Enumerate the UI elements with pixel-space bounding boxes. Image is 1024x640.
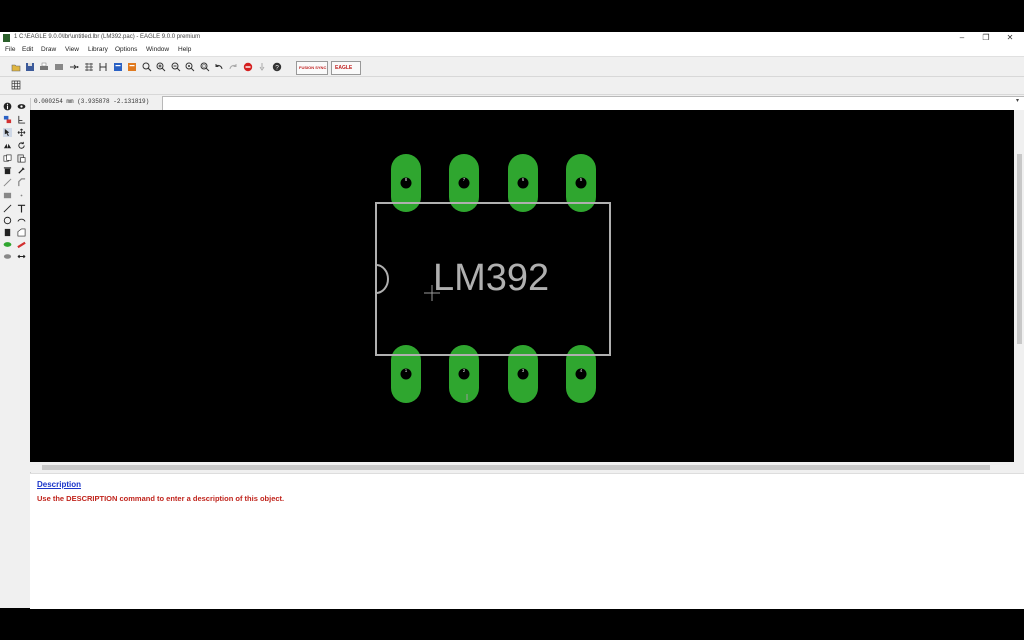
script-icon[interactable] — [84, 62, 94, 72]
split-icon[interactable] — [3, 178, 12, 187]
horizontal-scroll-thumb[interactable] — [42, 465, 990, 470]
miter-icon[interactable] — [17, 178, 26, 187]
fusion-sync-label: FUSION SYNC — [299, 65, 327, 70]
print-icon[interactable] — [39, 62, 49, 72]
menu-bar: File Edit Draw View Library Options Wind… — [0, 44, 1024, 57]
command-line-input[interactable] — [162, 96, 1024, 111]
menu-options[interactable]: Options — [115, 46, 137, 53]
vertical-scrollbar[interactable] — [1014, 110, 1024, 462]
package-name-label[interactable]: LM392 — [433, 257, 549, 299]
left-tool-palette — [0, 98, 31, 608]
change-icon[interactable] — [17, 166, 26, 175]
smd-pad-icon[interactable] — [17, 240, 26, 249]
pin1-notch — [375, 264, 389, 294]
paste-icon[interactable] — [17, 154, 26, 163]
copy-icon[interactable] — [3, 154, 12, 163]
title-bar: 1 C:\EAGLE 9.0.0\lbr\untitled.lbr (LM392… — [0, 32, 1024, 44]
show-icon[interactable] — [17, 102, 26, 111]
eagle-window: 1 C:\EAGLE 9.0.0\lbr\untitled.lbr (LM392… — [0, 32, 1024, 609]
use-icon[interactable] — [69, 62, 79, 72]
fusion-sync-button[interactable]: FUSION SYNC — [296, 61, 328, 75]
command-history-dropdown-icon[interactable]: ▾ — [1016, 97, 1019, 104]
grid-icon[interactable] — [11, 80, 21, 90]
delete-icon[interactable] — [3, 166, 12, 175]
menu-file[interactable]: File — [5, 46, 15, 53]
layer-settings-icon[interactable] — [3, 115, 12, 124]
info-icon[interactable] — [3, 102, 12, 111]
description-panel: Description Use the DESCRIPTION command … — [30, 473, 1024, 609]
eagle-app-icon — [3, 34, 10, 42]
menu-edit[interactable]: Edit — [22, 46, 33, 53]
mark-icon[interactable] — [17, 115, 26, 124]
close-button[interactable]: ✕ — [998, 32, 1022, 44]
move-icon[interactable] — [17, 128, 26, 137]
rect-icon[interactable] — [3, 228, 12, 237]
help-icon[interactable]: ? — [272, 62, 282, 72]
arc-icon[interactable] — [17, 216, 26, 225]
eagle-label: EAGLE — [335, 65, 353, 71]
menu-library[interactable]: Library — [88, 46, 108, 53]
description-link[interactable]: Description — [37, 480, 81, 489]
select-icon[interactable] — [3, 128, 12, 137]
undo-icon[interactable] — [214, 62, 224, 72]
maximize-button[interactable]: ❐ — [974, 32, 998, 44]
editor-canvas[interactable]: 8 7 6 5 1 2 3 4 LM392 — [30, 110, 1014, 462]
zoom-out-icon[interactable] — [171, 62, 181, 72]
window-title: 1 C:\EAGLE 9.0.0\lbr\untitled.lbr (LM392… — [14, 34, 201, 40]
wire-icon[interactable] — [3, 204, 12, 213]
menu-help[interactable]: Help — [178, 46, 191, 53]
parameter-toolbar — [0, 77, 1024, 95]
smd-icon[interactable] — [17, 191, 26, 200]
menu-draw[interactable]: Draw — [41, 46, 56, 53]
polygon-icon[interactable] — [17, 228, 26, 237]
text-icon[interactable] — [17, 204, 26, 213]
zoom-redraw-icon[interactable] — [185, 62, 195, 72]
dimension-icon[interactable] — [17, 252, 26, 261]
mirror-icon[interactable] — [3, 141, 12, 150]
circle-icon[interactable] — [3, 216, 12, 225]
run-ulp-icon[interactable] — [98, 62, 108, 72]
description-hint-text: Use the DESCRIPTION command to enter a d… — [37, 494, 285, 503]
schematic-icon[interactable] — [127, 62, 137, 72]
zoom-fit-icon[interactable] — [142, 62, 152, 72]
optimize-icon[interactable] — [3, 191, 12, 200]
save-icon[interactable] — [25, 62, 35, 72]
pad-icon[interactable] — [3, 240, 12, 249]
go-icon[interactable] — [257, 62, 267, 72]
cam-icon[interactable] — [54, 62, 64, 72]
svg-text:?: ? — [275, 64, 279, 71]
horizontal-scrollbar[interactable] — [30, 462, 1014, 472]
menu-view[interactable]: View — [65, 46, 79, 53]
zoom-select-icon[interactable] — [200, 62, 210, 72]
coordinate-display: 0.000254 mm (3.935878 -2.131819) — [34, 98, 150, 105]
menu-window[interactable]: Window — [146, 46, 169, 53]
main-toolbar: ? FUSION SYNC EAGLE — [0, 59, 1024, 77]
rotate-icon[interactable] — [17, 141, 26, 150]
vertical-scroll-thumb[interactable] — [1017, 154, 1022, 344]
zoom-in-icon[interactable] — [156, 62, 166, 72]
stop-icon[interactable] — [243, 62, 253, 72]
open-icon[interactable] — [11, 62, 21, 72]
hole-icon[interactable] — [3, 252, 12, 261]
command-row: 0.000254 mm (3.935878 -2.131819) ▾ — [30, 96, 1024, 111]
minimize-button[interactable]: – — [950, 32, 974, 44]
redo-icon[interactable] — [228, 62, 238, 72]
board-icon[interactable] — [113, 62, 123, 72]
pad-row-bottom — [391, 345, 596, 403]
eagle-button[interactable]: EAGLE — [331, 61, 361, 75]
